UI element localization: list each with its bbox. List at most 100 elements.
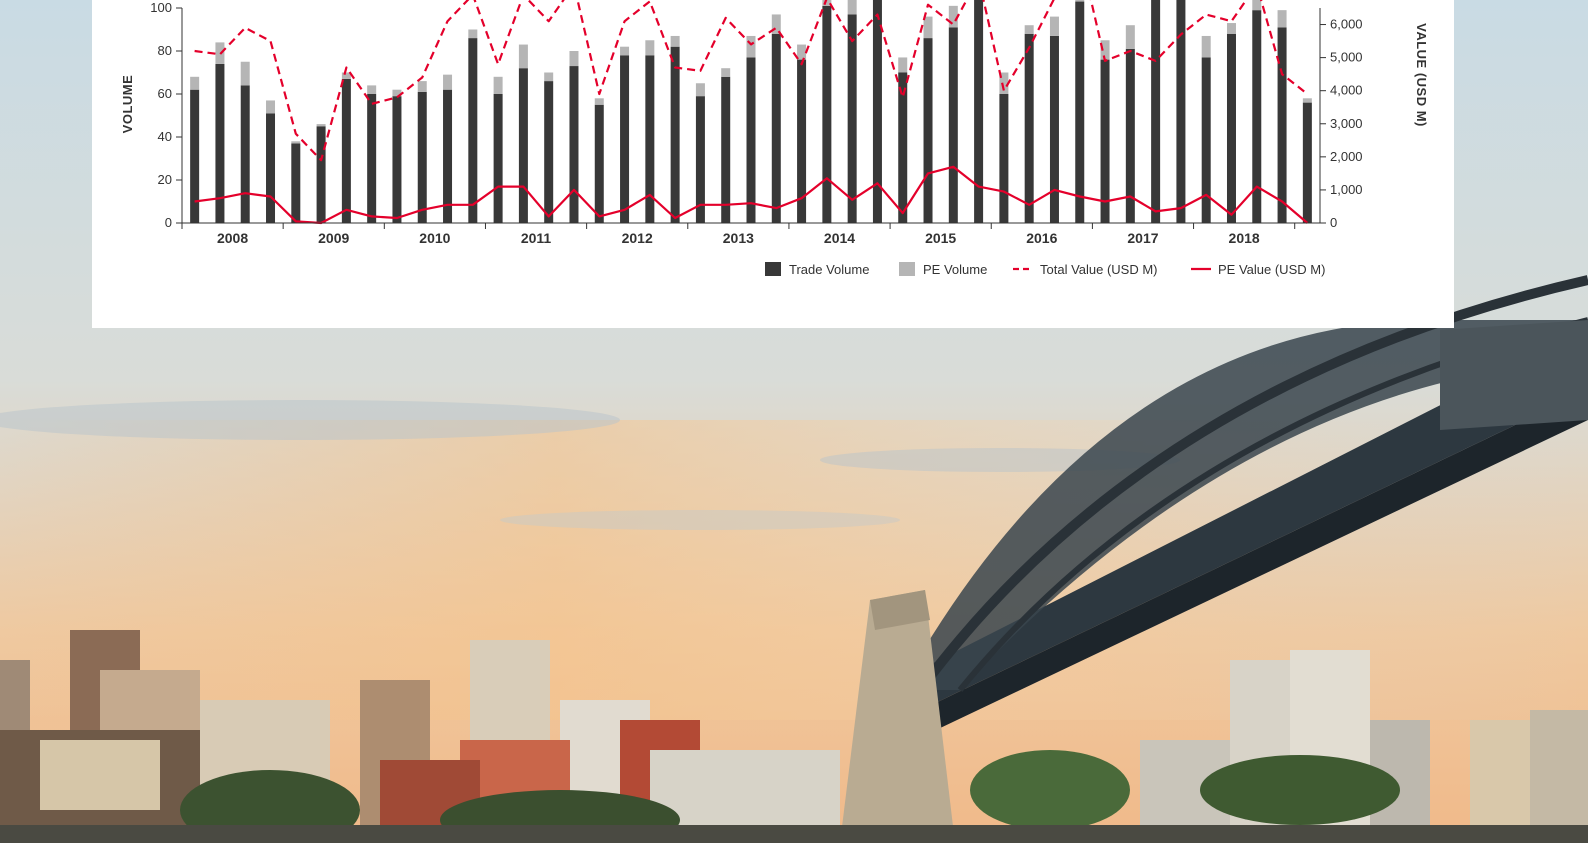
y-right-tick-label: 5,000: [1330, 50, 1363, 65]
trade-volume-bar: [544, 81, 554, 223]
pe-volume-bar: [797, 44, 807, 60]
x-year-label: 2008: [217, 230, 248, 246]
y-left-tick-label: 100: [150, 0, 172, 15]
y-right-tick-label: 0: [1330, 215, 1337, 230]
x-year-label: 2010: [419, 230, 450, 246]
pe-volume-bar: [670, 35, 680, 47]
trade-volume-bar: [872, 0, 882, 223]
pe-volume-bar: [847, 0, 857, 15]
pe-volume-bar: [1252, 0, 1262, 11]
trade-volume-bar: [316, 126, 326, 223]
trade-volume-bar: [1049, 35, 1059, 224]
trade-volume-bar: [847, 14, 857, 224]
y-right-tick-label: 1,000: [1330, 182, 1363, 197]
pe-volume-bar: [190, 76, 200, 90]
x-year-label: 2014: [824, 230, 855, 246]
x-year-label: 2017: [1127, 230, 1158, 246]
trade-volume-bar: [999, 94, 1009, 223]
chart: 0 20 40 60 80 100 0 1,000 2,000 3,000 4,000 5,000 6…: [120, 0, 1429, 277]
x-year-label: 2011: [521, 230, 552, 246]
pe-volume-bar: [620, 46, 630, 56]
trade-volume-bar: [594, 104, 604, 223]
trade-volume-bar: [266, 113, 276, 223]
trade-volume-bar: [493, 94, 503, 223]
pe-volume-bar: [569, 51, 579, 67]
pe-volume-bar: [291, 141, 301, 144]
y-right-tick-label: 4,000: [1330, 83, 1363, 98]
trade-volume-bar: [392, 96, 402, 223]
legend-label: Trade Volume: [789, 262, 869, 277]
y-left-tick-label: 40: [158, 129, 172, 144]
legend-swatch: [765, 262, 781, 276]
y-left-tick-label: 80: [158, 43, 172, 58]
y-left-tick-label: 0: [165, 215, 172, 230]
pe-volume-bar: [493, 76, 503, 94]
right-axis: 0 1,000 2,000 3,000 4,000 5,000 6,000: [1319, 8, 1363, 230]
pe-volume-bar: [443, 74, 453, 90]
legend-label: PE Value (USD M): [1218, 262, 1325, 277]
trade-volume-bar: [1277, 27, 1287, 223]
x-year-label: 2012: [622, 230, 653, 246]
trade-volume-bar: [1302, 102, 1312, 223]
x-year-label: 2018: [1229, 230, 1260, 246]
pe-volume-bar: [1226, 23, 1236, 34]
trade-volume-bar: [771, 33, 781, 223]
bars: [190, 0, 1312, 224]
pe-volume-bar: [468, 29, 478, 39]
y-left-tick-label: 20: [158, 172, 172, 187]
trade-volume-bar: [948, 27, 958, 223]
trade-volume-bar: [569, 66, 579, 223]
trade-volume-bar: [670, 46, 680, 224]
pe-volume-bar: [1277, 10, 1287, 28]
y-right-tick-label: 6,000: [1330, 17, 1363, 32]
x-year-label: 2009: [318, 230, 349, 246]
y-axis-left-title: VOLUME: [120, 75, 135, 134]
trade-volume-bar: [443, 89, 453, 223]
pe-volume-bar: [544, 72, 554, 82]
pe-volume-bar: [518, 44, 528, 69]
pe-volume-bar: [1125, 25, 1135, 49]
trade-volume-bar: [1151, 0, 1161, 223]
pe-volume-bar: [316, 124, 326, 127]
trade-volume-bar: [1075, 1, 1085, 223]
pe-volume-bar: [1201, 35, 1211, 58]
pe-volume-bar: [645, 40, 655, 56]
x-year-label: 2016: [1026, 230, 1057, 246]
trade-volume-bar: [1100, 59, 1110, 223]
pe-volume-bar: [898, 57, 908, 73]
y-left-tick-label: 60: [158, 86, 172, 101]
y-right-tick-label: 2,000: [1330, 149, 1363, 164]
pe-volume-bar: [1049, 16, 1059, 36]
trade-volume-bar: [822, 5, 832, 223]
legend: Trade Volume PE Volume Total Value (USD M)…: [765, 262, 1325, 277]
legend-label: PE Volume: [923, 262, 987, 277]
trade-volume-bar: [974, 0, 984, 223]
legend-label: Total Value (USD M): [1040, 262, 1158, 277]
x-year-label: 2013: [723, 230, 754, 246]
pe-volume-bar: [417, 81, 427, 92]
trade-volume-bar: [468, 38, 478, 223]
trade-volume-bar: [291, 143, 301, 223]
trade-volume-bar: [1024, 33, 1034, 223]
trade-volume-bar: [746, 57, 756, 224]
trade-volume-bar: [1226, 33, 1236, 223]
trade-volume-bar: [240, 85, 250, 224]
pe-volume-bar: [746, 35, 756, 58]
trade-volume-bar: [367, 94, 377, 223]
pe-volume-bar: [367, 85, 377, 94]
pe-volume-bar: [1302, 98, 1312, 103]
pe-volume-bar: [695, 83, 705, 97]
trade-volume-bar: [190, 89, 200, 223]
pe-volume-bar: [721, 68, 731, 77]
pe-volume-bar: [266, 100, 276, 114]
x-year-label: 2015: [925, 230, 956, 246]
pe-volume-bar: [240, 61, 250, 86]
trade-volume-bar: [341, 78, 351, 223]
trade-volume-bar: [620, 55, 630, 223]
trade-volume-bar: [923, 38, 933, 223]
left-axis: 0 20 40 60 80 100: [150, 0, 183, 230]
trade-volume-bar: [721, 76, 731, 223]
x-axis: 2008 2009 2010 2011 2012 2013 2014 2015 2016 2017…: [181, 222, 1320, 246]
trade-volume-bar: [518, 68, 528, 223]
legend-swatch: [899, 262, 915, 276]
